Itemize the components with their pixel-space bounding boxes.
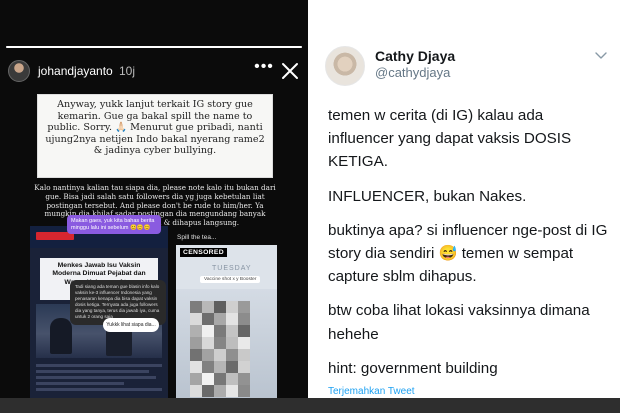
pixel-block	[226, 361, 238, 373]
pixel-block	[190, 337, 202, 349]
pixel-block	[202, 361, 214, 373]
pixel-block	[238, 301, 250, 313]
reply-bubble: Yukkk lihat siapa dia...	[103, 318, 159, 332]
censored-day-text: TUESDAY	[212, 265, 252, 272]
pixel-block	[202, 313, 214, 325]
more-icon[interactable]: •••	[254, 59, 274, 78]
story-progress-bar	[6, 46, 302, 48]
pixel-block	[238, 385, 250, 397]
pixel-block	[226, 301, 238, 313]
pixel-block	[238, 373, 250, 385]
pixel-block	[190, 313, 202, 325]
pixel-block	[238, 337, 250, 349]
tweet-top-area	[308, 0, 620, 42]
pixel-block	[238, 361, 250, 373]
pixel-block	[214, 337, 226, 349]
censored-screenshot: TUESDAY Vaccine shot x y Booster CENSORE…	[176, 245, 277, 401]
purple-chat-bubble: Makan gaes, yuk kita bahas berita minggu…	[67, 215, 161, 234]
spill-label: Spill the tea...	[177, 234, 217, 241]
pixel-block	[190, 385, 202, 397]
bottom-bar	[0, 398, 620, 413]
pixel-block	[214, 349, 226, 361]
pixel-block	[214, 361, 226, 373]
story-username[interactable]: johandjayanto	[38, 64, 113, 78]
pixel-block	[214, 385, 226, 397]
pixel-block	[226, 385, 238, 397]
pixel-block	[190, 325, 202, 337]
pixel-block	[202, 373, 214, 385]
pixel-block	[226, 325, 238, 337]
pixel-block	[202, 385, 214, 397]
pixel-block	[190, 301, 202, 313]
story-note-main: Anyway, yukk lanjut terkait IG story gue…	[37, 94, 273, 178]
tweet-text: temen w cerita (di IG) kalau ada influen…	[328, 104, 612, 380]
pixel-block	[202, 301, 214, 313]
pixel-block	[226, 313, 238, 325]
translate-tweet-link[interactable]: Terjemahkan Tweet	[328, 386, 415, 397]
pixel-block	[214, 313, 226, 325]
story-avatar[interactable]	[8, 60, 30, 82]
censored-sub-text: Vaccine shot x y Booster	[200, 276, 261, 283]
tweet-paragraph: buktinya apa? si influencer nge-post di …	[328, 221, 608, 286]
pixel-block	[202, 349, 214, 361]
pixel-block	[214, 325, 226, 337]
tweet-author-name[interactable]: Cathy Djaya	[375, 48, 455, 64]
pixel-block	[190, 373, 202, 385]
instagram-story: johandjayanto 10j ••• Anyway, yukk lanju…	[0, 0, 308, 413]
news-photo-figure	[50, 318, 72, 354]
tweet-paragraph: hint: government building	[328, 359, 498, 377]
tweet-card: Cathy Djaya @cathydjaya temen w cerita (…	[308, 0, 620, 413]
pixel-block	[190, 361, 202, 373]
pixel-block	[238, 325, 250, 337]
tweet-paragraph: INFLUENCER, bukan Nakes.	[328, 187, 527, 205]
pixel-block	[238, 349, 250, 361]
tweet-paragraph: btw coba lihat lokasi vaksinnya dimana h…	[328, 302, 590, 343]
avatar[interactable]	[325, 46, 365, 86]
story-progress-fill	[6, 46, 302, 48]
pixel-block	[226, 349, 238, 361]
close-icon[interactable]	[280, 61, 300, 81]
pixel-block	[226, 373, 238, 385]
pixel-block	[202, 325, 214, 337]
story-time: 10j	[119, 64, 136, 78]
tweet-author-handle[interactable]: @cathydjaya	[375, 65, 450, 80]
news-body-text	[36, 364, 162, 394]
chevron-down-icon[interactable]	[595, 51, 607, 61]
pixel-block	[214, 301, 226, 313]
pixel-block	[226, 337, 238, 349]
pixel-block	[238, 313, 250, 325]
pixel-block	[202, 337, 214, 349]
pixelated-area	[190, 301, 250, 397]
tweet-paragraph: temen w cerita (di IG) kalau ada influen…	[328, 107, 572, 171]
censored-tag: CENSORED	[180, 248, 227, 257]
pixel-block	[190, 349, 202, 361]
pixel-block	[214, 373, 226, 385]
